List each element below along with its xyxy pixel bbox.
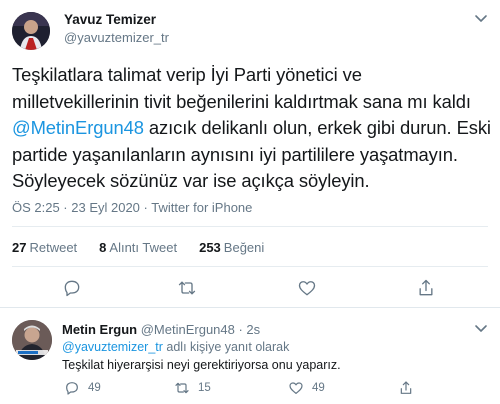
caret-down-icon[interactable]	[474, 14, 488, 24]
reply-count: 49	[88, 382, 101, 394]
quotes-stat[interactable]: 8 Alıntı Tweet	[99, 240, 177, 255]
tweet-text: Teşkilatlara talimat verip İyi Parti yön…	[12, 62, 492, 195]
divider	[12, 226, 488, 227]
author-handle[interactable]: @yavuztemizer_tr	[64, 30, 169, 45]
likes-count: 253	[199, 240, 221, 255]
quotes-label: Alıntı Tweet	[109, 240, 178, 255]
reply-icon	[66, 382, 78, 395]
retweet-icon[interactable]	[177, 278, 197, 298]
retweets-count: 27	[12, 240, 27, 255]
reply-author-avatar[interactable]	[12, 320, 52, 360]
reply-to-mention[interactable]: @yavuztemizer_tr	[62, 340, 163, 354]
reply-retweet-action[interactable]: 15	[174, 380, 211, 396]
author-avatar[interactable]	[12, 12, 50, 50]
reply-text: Teşkilat hiyerarşisi neyi gerektiriyorsa…	[62, 358, 341, 372]
reply-share-action[interactable]	[398, 380, 414, 396]
caret-down-icon[interactable]	[474, 324, 488, 334]
reply-actions: 49 15 49	[62, 380, 492, 398]
mention-link[interactable]: @MetinErgun48	[12, 117, 144, 138]
like-icon[interactable]	[297, 278, 317, 298]
tweet-text-part1: Teşkilatlara talimat verip İyi Parti yön…	[12, 64, 471, 112]
share-icon[interactable]	[416, 278, 436, 298]
likes-stat[interactable]: 253 Beğeni	[199, 240, 264, 255]
reply-like-action[interactable]: 49	[288, 380, 325, 396]
reply-tweet[interactable]: Metin Ergun @MetinErgun48 · 2s @yavuztem…	[0, 308, 500, 404]
reply-reply-action[interactable]: 49	[64, 380, 101, 396]
tweet-actions	[0, 278, 500, 300]
reply-to-suffix: adlı kişiye yanıt olarak	[162, 340, 290, 354]
reply-to-line: @yavuztemizer_tr adlı kişiye yanıt olara…	[62, 340, 289, 354]
divider	[12, 266, 488, 267]
reply-author-line: Metin Ergun @MetinErgun48 · 2s	[62, 322, 260, 337]
quotes-count: 8	[99, 240, 107, 255]
retweet-count: 15	[198, 382, 211, 394]
tweet-meta[interactable]: ÖS 2:25 · 23 Eyl 2020 · Twitter for iPho…	[12, 200, 252, 215]
author-name[interactable]: Yavuz Temizer	[64, 12, 156, 27]
retweets-label: Retweet	[29, 240, 78, 255]
main-tweet: Yavuz Temizer @yavuztemizer_tr Teşkilatl…	[0, 0, 500, 308]
retweets-stat[interactable]: 27 Retweet	[12, 240, 77, 255]
reply-icon[interactable]	[62, 278, 82, 298]
likes-label: Beğeni	[223, 240, 265, 255]
retweet-icon	[175, 382, 189, 394]
reply-author-handle[interactable]: @MetinErgun48 · 2s	[141, 322, 260, 337]
tweet-stats: 27 Retweet 8 Alıntı Tweet 253 Beğeni	[12, 240, 264, 255]
reply-author-name[interactable]: Metin Ergun	[62, 322, 137, 337]
share-icon	[400, 381, 412, 394]
like-icon	[289, 382, 303, 394]
like-count: 49	[312, 382, 325, 394]
